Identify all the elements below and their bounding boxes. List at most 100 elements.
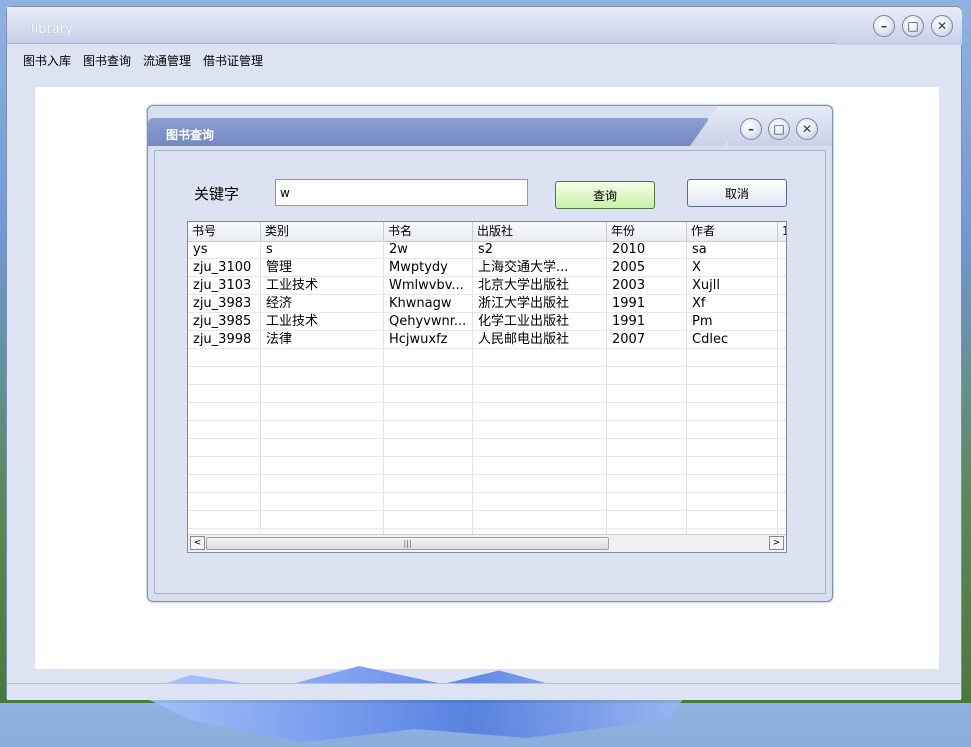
background-iceberg — [135, 666, 695, 743]
cell-year: 1991 — [607, 295, 687, 312]
cell-title — [384, 457, 473, 474]
close-button[interactable]: ✕ — [931, 15, 953, 37]
cell-author — [687, 457, 778, 474]
cell-book-id: zju_3983 — [188, 295, 261, 312]
cell-publisher: 北京大学出版社 — [473, 277, 607, 294]
cell-author — [687, 421, 778, 438]
dialog-close-button[interactable]: ✕ — [796, 118, 818, 140]
empty-table-row[interactable] — [188, 349, 786, 367]
scroll-left-button[interactable]: < — [190, 536, 205, 550]
dialog-maximize-button[interactable]: □ — [768, 118, 790, 140]
column-header-author[interactable]: 作者 — [687, 222, 778, 241]
minimize-button[interactable]: – — [873, 15, 895, 37]
cell-title — [384, 439, 473, 456]
table-row[interactable]: zju_3983 经济 Khwnagw 浙江大学出版社 1991 Xf — [188, 295, 786, 313]
cell-year — [607, 349, 687, 366]
main-titlebar[interactable]: library — [7, 7, 837, 44]
scroll-thumb[interactable]: ||| — [206, 537, 609, 550]
cell-category — [261, 475, 384, 492]
menu-item-card-management[interactable]: 借书证管理 — [203, 51, 263, 71]
cell-book-id: zju_3100 — [188, 259, 261, 276]
column-header-category[interactable]: 类别 — [261, 222, 384, 241]
cell-publisher: 上海交通大学... — [473, 259, 607, 276]
cell-publisher: 浙江大学出版社 — [473, 295, 607, 312]
minimize-icon: – — [881, 19, 887, 33]
cell-publisher: 化学工业出版社 — [473, 313, 607, 330]
menu-item-book-entry[interactable]: 图书入库 — [23, 51, 71, 71]
cell-extra — [778, 367, 786, 384]
horizontal-scrollbar[interactable]: < ||| > — [188, 534, 786, 552]
cell-publisher: 人民邮电出版社 — [473, 331, 607, 348]
column-header-publisher[interactable]: 出版社 — [473, 222, 607, 241]
cell-extra — [778, 385, 786, 402]
app-title: library — [31, 22, 73, 37]
table-row[interactable]: zju_3998 法律 Hcjwuxfz 人民邮电出版社 2007 Cdlec — [188, 331, 786, 349]
column-header-extra[interactable]: 1 — [778, 222, 786, 241]
cell-book-id — [188, 385, 261, 402]
cell-title — [384, 385, 473, 402]
cell-author — [687, 385, 778, 402]
cell-title: Qehyvwnr... — [384, 313, 473, 330]
column-header-title[interactable]: 书名 — [384, 222, 473, 241]
cell-title — [384, 475, 473, 492]
empty-table-row[interactable] — [188, 421, 786, 439]
table-row[interactable]: zju_3985 工业技术 Qehyvwnr... 化学工业出版社 1991 Pm — [188, 313, 786, 331]
cell-author: sa — [687, 241, 778, 258]
menu-item-circulation[interactable]: 流通管理 — [143, 51, 191, 71]
keyword-input[interactable] — [275, 179, 528, 206]
empty-table-row[interactable] — [188, 493, 786, 511]
table-body: ys s 2w s2 2010 sa zju_3100 管理 Mwptydy 上海交通大学... 2… — [188, 241, 786, 547]
cell-category: 管理 — [261, 259, 384, 276]
cell-publisher — [473, 367, 607, 384]
cell-title — [384, 421, 473, 438]
table-row[interactable]: ys s 2w s2 2010 sa — [188, 241, 786, 259]
column-header-book-id[interactable]: 书号 — [188, 222, 261, 241]
empty-table-row[interactable] — [188, 457, 786, 475]
table-row[interactable]: zju_3103 工业技术 Wmlwvbv... 北京大学出版社 2003 Xujll — [188, 277, 786, 295]
cell-publisher — [473, 511, 607, 528]
cell-extra — [778, 475, 786, 492]
empty-table-row[interactable] — [188, 439, 786, 457]
maximize-button[interactable]: □ — [902, 15, 924, 37]
cell-book-id: ys — [188, 241, 261, 258]
empty-table-row[interactable] — [188, 367, 786, 385]
cell-year — [607, 439, 687, 456]
cell-title: Hcjwuxfz — [384, 331, 473, 348]
cell-extra — [778, 457, 786, 474]
empty-table-row[interactable] — [188, 385, 786, 403]
menu-item-book-query[interactable]: 图书查询 — [83, 51, 131, 71]
empty-table-row[interactable] — [188, 511, 786, 529]
cell-book-id: zju_3103 — [188, 277, 261, 294]
cell-category — [261, 439, 384, 456]
dialog-minimize-button[interactable]: – — [740, 118, 762, 140]
cell-extra — [778, 331, 786, 348]
cell-category — [261, 385, 384, 402]
empty-table-row[interactable] — [188, 403, 786, 421]
cell-year: 2010 — [607, 241, 687, 258]
cell-publisher — [473, 439, 607, 456]
cell-author: Cdlec — [687, 331, 778, 348]
dialog-title: 图书查询 — [166, 128, 215, 142]
search-button[interactable]: 查询 — [555, 181, 655, 209]
cell-publisher — [473, 385, 607, 402]
scroll-right-button[interactable]: > — [769, 536, 784, 550]
cell-title — [384, 493, 473, 510]
cell-book-id — [188, 457, 261, 474]
maximize-icon: □ — [907, 19, 919, 33]
cell-author — [687, 367, 778, 384]
column-header-year[interactable]: 年份 — [607, 222, 687, 241]
book-query-dialog: 图书查询 – □ ✕ 关键字 查询 取消 书号 类别 书名 出版社 年份 作者 … — [147, 105, 833, 602]
empty-table-row[interactable] — [188, 475, 786, 493]
cell-extra — [778, 313, 786, 330]
status-bar — [7, 683, 961, 700]
table-row[interactable]: zju_3100 管理 Mwptydy 上海交通大学... 2005 X — [188, 259, 786, 277]
cell-book-id — [188, 511, 261, 528]
cell-extra — [778, 511, 786, 528]
cell-category: 工业技术 — [261, 277, 384, 294]
cell-book-id — [188, 349, 261, 366]
cell-publisher: s2 — [473, 241, 607, 258]
dialog-titlebar[interactable] — [148, 118, 708, 146]
cancel-button[interactable]: 取消 — [687, 179, 787, 207]
cell-category — [261, 349, 384, 366]
minimize-icon: – — [748, 122, 754, 136]
